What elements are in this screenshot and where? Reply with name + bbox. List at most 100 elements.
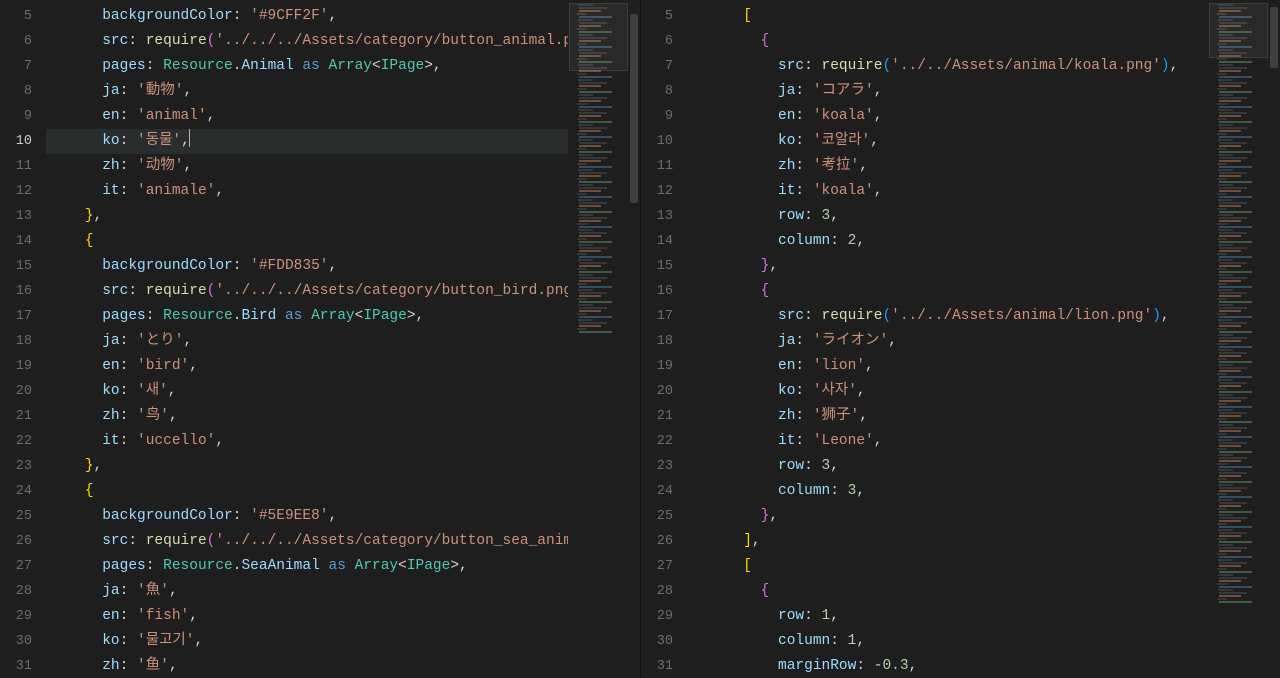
code-line[interactable]: it: 'koala', xyxy=(687,179,1208,204)
code-line[interactable]: pages: Resource.Animal as Array<IPage>, xyxy=(46,54,568,79)
line-number[interactable]: 11 xyxy=(641,154,687,179)
line-number[interactable]: 28 xyxy=(0,579,46,604)
minimap-right[interactable] xyxy=(1208,0,1268,678)
line-number[interactable]: 17 xyxy=(0,304,46,329)
code-line[interactable]: ko: '동물', xyxy=(46,129,568,154)
line-number[interactable]: 22 xyxy=(0,429,46,454)
code-line[interactable]: }, xyxy=(46,204,568,229)
line-number[interactable]: 26 xyxy=(641,529,687,554)
code-line[interactable]: ja: '動物', xyxy=(46,79,568,104)
code-line[interactable]: row: 3, xyxy=(687,454,1208,479)
scrollbar-thumb-right[interactable] xyxy=(1270,7,1278,68)
line-number[interactable]: 13 xyxy=(0,204,46,229)
code-line[interactable]: ko: '물고기', xyxy=(46,629,568,654)
line-number[interactable]: 12 xyxy=(0,179,46,204)
code-area-left[interactable]: backgroundColor: '#9CFF2F', src: require… xyxy=(46,0,568,678)
code-line[interactable]: { xyxy=(687,579,1208,604)
line-number-gutter-right[interactable]: 5678910111213141516171819202122232425262… xyxy=(641,0,687,678)
code-line[interactable]: backgroundColor: '#5E9EE8', xyxy=(46,504,568,529)
line-number[interactable]: 14 xyxy=(641,229,687,254)
code-line[interactable]: ja: '魚', xyxy=(46,579,568,604)
code-line[interactable]: marginRow: -0.3, xyxy=(687,654,1208,678)
line-number[interactable]: 19 xyxy=(641,354,687,379)
code-line[interactable]: row: 3, xyxy=(687,204,1208,229)
line-number[interactable]: 18 xyxy=(0,329,46,354)
code-line[interactable]: backgroundColor: '#FDD835', xyxy=(46,254,568,279)
line-number[interactable]: 23 xyxy=(641,454,687,479)
code-line[interactable]: en: 'fish', xyxy=(46,604,568,629)
code-line[interactable]: it: 'animale', xyxy=(46,179,568,204)
line-number[interactable]: 16 xyxy=(641,279,687,304)
scrollbar-vertical-left[interactable] xyxy=(628,0,640,678)
line-number[interactable]: 15 xyxy=(0,254,46,279)
line-number[interactable]: 24 xyxy=(0,479,46,504)
code-line[interactable]: column: 1, xyxy=(687,629,1208,654)
code-line[interactable]: src: require('../../Assets/animal/lion.p… xyxy=(687,304,1208,329)
code-line[interactable]: }, xyxy=(46,454,568,479)
code-line[interactable]: ko: '새', xyxy=(46,379,568,404)
minimap-viewport-left[interactable] xyxy=(569,3,628,71)
code-line[interactable]: zh: '动物', xyxy=(46,154,568,179)
line-number[interactable]: 10 xyxy=(0,129,46,154)
code-line[interactable]: zh: '考拉', xyxy=(687,154,1208,179)
code-line[interactable]: ja: 'コアラ', xyxy=(687,79,1208,104)
line-number[interactable]: 19 xyxy=(0,354,46,379)
code-line[interactable]: src: require('../../Assets/animal/koala.… xyxy=(687,54,1208,79)
code-line[interactable]: en: 'animal', xyxy=(46,104,568,129)
code-line[interactable]: column: 2, xyxy=(687,229,1208,254)
code-line[interactable]: backgroundColor: '#9CFF2F', xyxy=(46,4,568,29)
line-number[interactable]: 14 xyxy=(0,229,46,254)
code-line[interactable]: ja: 'とり', xyxy=(46,329,568,354)
line-number[interactable]: 18 xyxy=(641,329,687,354)
line-number[interactable]: 26 xyxy=(0,529,46,554)
minimap-left[interactable] xyxy=(568,0,628,678)
line-number[interactable]: 10 xyxy=(641,129,687,154)
code-line[interactable]: row: 1, xyxy=(687,604,1208,629)
code-line[interactable]: src: require('../../../Assets/category/b… xyxy=(46,529,568,554)
code-line[interactable]: { xyxy=(46,229,568,254)
code-line[interactable]: }, xyxy=(687,254,1208,279)
code-line[interactable]: en: 'koala', xyxy=(687,104,1208,129)
code-line[interactable]: ko: '코알라', xyxy=(687,129,1208,154)
code-line[interactable]: ], xyxy=(687,529,1208,554)
code-line[interactable]: ja: 'ライオン', xyxy=(687,329,1208,354)
code-line[interactable]: { xyxy=(687,29,1208,54)
code-line[interactable]: { xyxy=(46,479,568,504)
line-number[interactable]: 20 xyxy=(0,379,46,404)
code-line[interactable]: [ xyxy=(687,4,1208,29)
code-line[interactable]: src: require('../../../Assets/category/b… xyxy=(46,279,568,304)
scrollbar-thumb-left[interactable] xyxy=(630,14,638,204)
code-line[interactable]: pages: Resource.Bird as Array<IPage>, xyxy=(46,304,568,329)
code-line[interactable]: en: 'bird', xyxy=(46,354,568,379)
line-number[interactable]: 31 xyxy=(0,654,46,678)
line-number[interactable]: 17 xyxy=(641,304,687,329)
code-area-right[interactable]: [ { src: require('../../Assets/animal/ko… xyxy=(687,0,1208,678)
line-number[interactable]: 25 xyxy=(641,504,687,529)
code-line[interactable]: en: 'lion', xyxy=(687,354,1208,379)
line-number[interactable]: 9 xyxy=(0,104,46,129)
code-line[interactable]: zh: '鱼', xyxy=(46,654,568,678)
line-number[interactable]: 31 xyxy=(641,654,687,678)
code-line[interactable]: pages: Resource.SeaAnimal as Array<IPage… xyxy=(46,554,568,579)
line-number[interactable]: 22 xyxy=(641,429,687,454)
line-number[interactable]: 8 xyxy=(641,79,687,104)
code-line[interactable]: src: require('../../../Assets/category/b… xyxy=(46,29,568,54)
line-number[interactable]: 30 xyxy=(641,629,687,654)
line-number[interactable]: 5 xyxy=(0,4,46,29)
code-line[interactable]: }, xyxy=(687,504,1208,529)
code-line[interactable]: [ xyxy=(687,554,1208,579)
code-line[interactable]: { xyxy=(687,279,1208,304)
line-number[interactable]: 13 xyxy=(641,204,687,229)
line-number[interactable]: 28 xyxy=(641,579,687,604)
line-number[interactable]: 8 xyxy=(0,79,46,104)
line-number[interactable]: 6 xyxy=(641,29,687,54)
code-line[interactable]: zh: '狮子', xyxy=(687,404,1208,429)
code-line[interactable]: it: 'Leone', xyxy=(687,429,1208,454)
line-number[interactable]: 30 xyxy=(0,629,46,654)
line-number[interactable]: 7 xyxy=(0,54,46,79)
line-number[interactable]: 9 xyxy=(641,104,687,129)
line-number[interactable]: 5 xyxy=(641,4,687,29)
code-line[interactable]: zh: '鸟', xyxy=(46,404,568,429)
line-number[interactable]: 29 xyxy=(641,604,687,629)
line-number[interactable]: 15 xyxy=(641,254,687,279)
